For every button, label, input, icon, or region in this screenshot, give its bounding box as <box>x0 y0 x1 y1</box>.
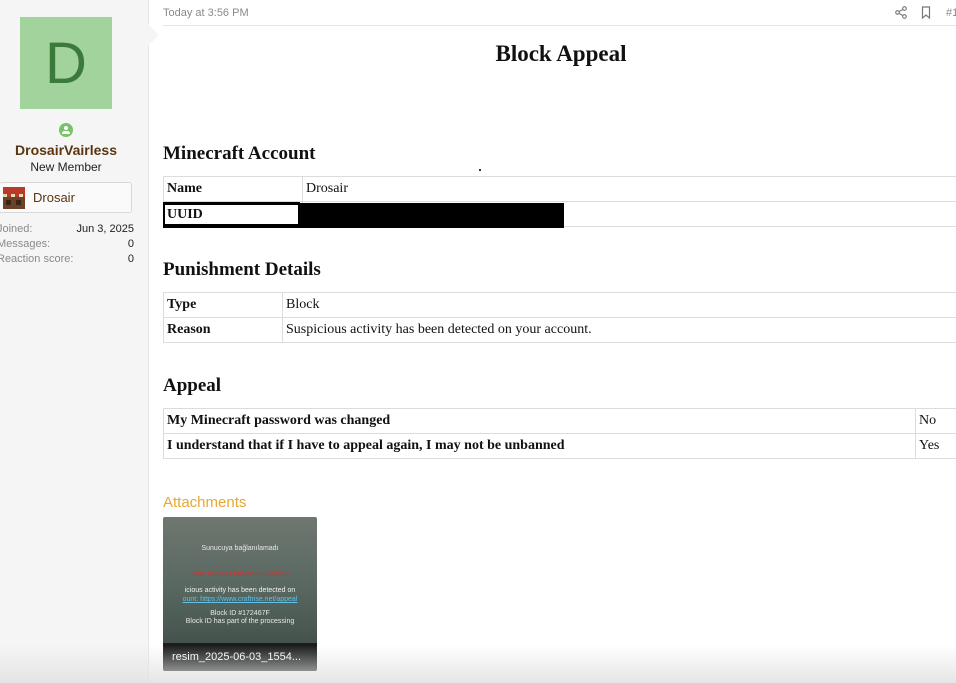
bookmark-icon[interactable] <box>921 6 931 19</box>
avatar[interactable]: D <box>20 17 112 109</box>
post-date[interactable]: Today at 3:56 PM <box>163 7 249 19</box>
appeal-question: My Minecraft password was changed <box>163 408 916 434</box>
stat-messages: Messages: 0 <box>0 237 134 252</box>
type-value: Block <box>282 292 956 318</box>
preview-text: icious activity has been detected on <box>184 587 296 594</box>
username-link[interactable]: DrosairVairless <box>0 142 132 158</box>
attachments-heading: Attachments <box>163 494 247 511</box>
uuid-redacted-label: UUID <box>163 202 300 228</box>
post-number-link[interactable]: #1 <box>946 7 956 19</box>
user-title: New Member <box>30 160 102 174</box>
preview-text: Your account has been blocked <box>191 571 289 578</box>
stat-value: 0 <box>127 238 134 250</box>
preview-text: Block ID #172467F <box>210 610 270 617</box>
stray-dot <box>479 169 481 171</box>
user-stats: Joined: Jun 3, 2025 Messages: 0 Reaction… <box>0 222 134 267</box>
user-panel: D DrosairVairless New Member Drosair Joi… <box>0 0 149 683</box>
post-meta-bar: Today at 3:56 PM #1 <box>163 0 956 26</box>
stat-reaction-score: Reaction score: 0 <box>0 252 134 267</box>
stat-label: Reaction score: <box>0 253 74 265</box>
table-row: Type Block <box>163 292 956 318</box>
appeal-answer: No <box>915 408 956 434</box>
user-panel-arrow <box>148 24 159 46</box>
online-status-icon <box>59 123 73 137</box>
name-label: Name <box>163 176 303 202</box>
attachment-thumbnail[interactable]: Sunucuya bağlanılamadı Your account has … <box>163 517 317 671</box>
table-row: My Minecraft password was changed No <box>163 408 956 434</box>
table-row: I understand that if I have to appeal ag… <box>163 433 956 459</box>
share-icon[interactable] <box>895 6 907 19</box>
punishment-details-heading: Punishment Details <box>163 259 321 280</box>
reason-value: Suspicious activity has been detected on… <box>282 317 956 343</box>
attachment-filename[interactable]: resim_2025-06-03_1554... <box>163 643 317 671</box>
minecraft-account-heading: Minecraft Account <box>163 143 316 164</box>
reason-label: Reason <box>163 317 283 343</box>
stat-joined: Joined: Jun 3, 2025 <box>0 222 134 237</box>
preview-text: Sunucuya bağlanılamadı <box>201 545 279 552</box>
page-title: Block Appeal <box>495 41 627 66</box>
appeal-question: I understand that if I have to appeal ag… <box>163 433 916 459</box>
minecraft-name: Drosair <box>33 190 75 205</box>
table-row: Name Drosair <box>163 176 956 202</box>
name-value: Drosair <box>302 176 956 202</box>
stat-label: Joined: <box>0 223 33 235</box>
minecraft-house-icon <box>3 186 25 209</box>
stat-label: Messages: <box>0 238 51 250</box>
punishment-table: Type Block Reason Suspicious activity ha… <box>163 292 956 343</box>
preview-text: ount: https://www.craftrise.net/appeal <box>182 596 298 603</box>
minecraft-banner: Drosair <box>0 182 132 213</box>
uuid-label: UUID <box>165 205 298 224</box>
preview-text: Block ID has part of the processing <box>185 618 295 625</box>
uuid-redaction-bar <box>300 203 564 228</box>
appeal-heading: Appeal <box>163 375 222 396</box>
type-label: Type <box>163 292 283 318</box>
appeal-answer: Yes <box>915 433 956 459</box>
stat-value: 0 <box>127 253 134 265</box>
appeal-table: My Minecraft password was changed No I u… <box>163 408 956 459</box>
stat-value: Jun 3, 2025 <box>76 223 135 235</box>
table-row: Reason Suspicious activity has been dete… <box>163 317 956 343</box>
